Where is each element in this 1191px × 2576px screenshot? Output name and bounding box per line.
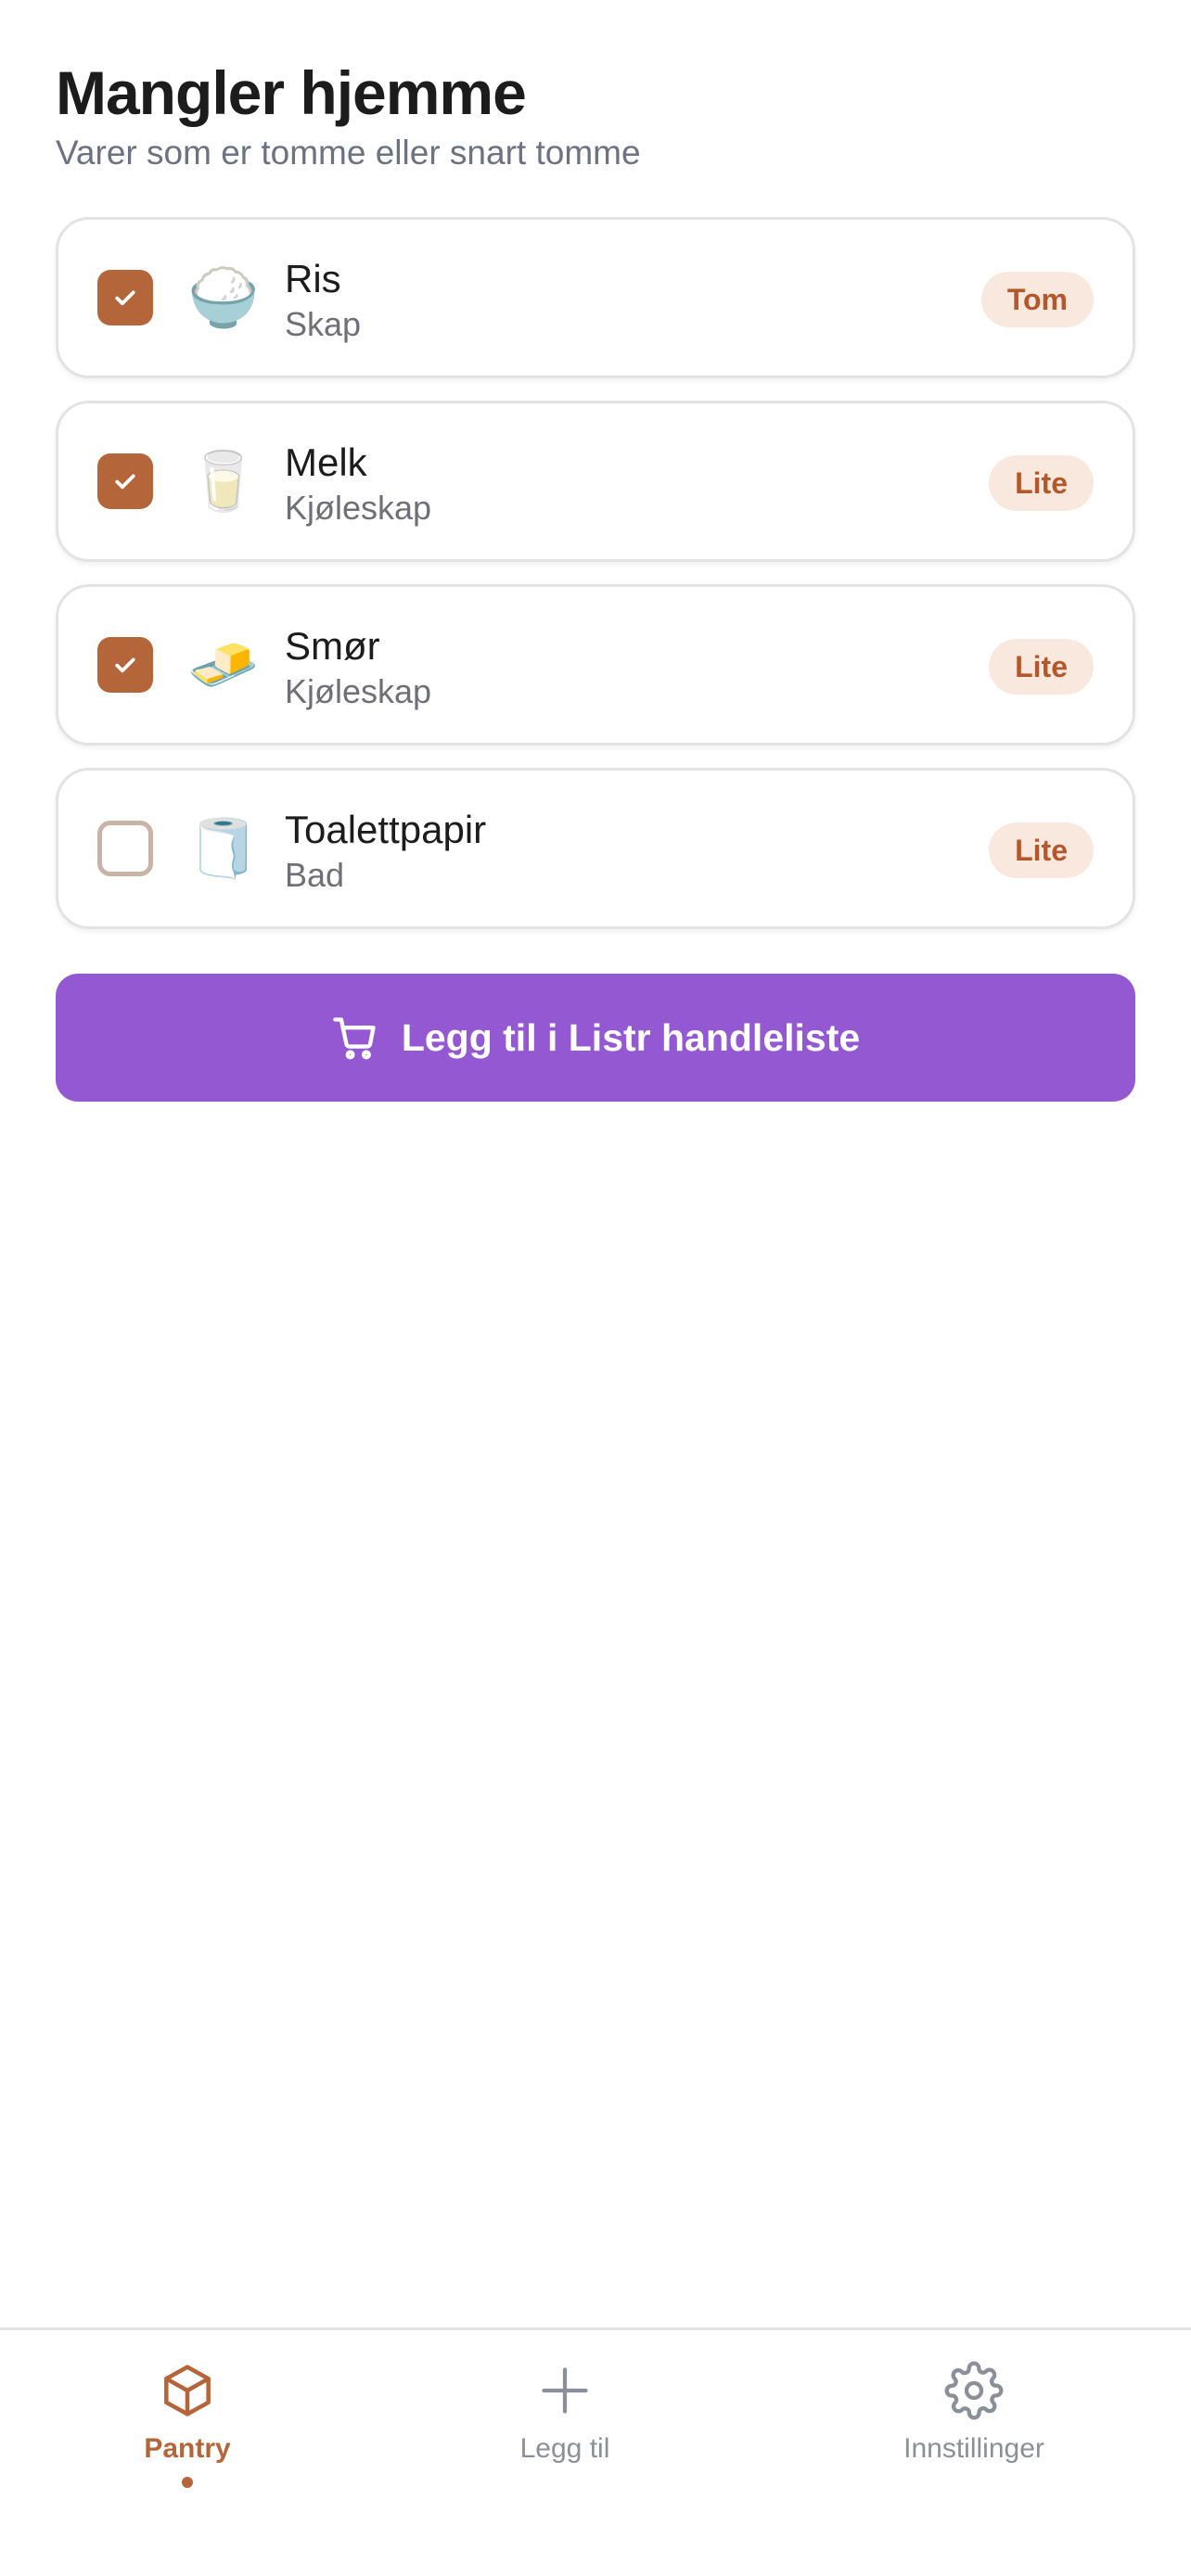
- item-name: Ris: [285, 257, 341, 300]
- item-location: Skap: [285, 305, 362, 343]
- item-name: Melk: [285, 440, 367, 484]
- pantry-screen: Mangler hjemme Varer som er tomme eller …: [0, 0, 1191, 2576]
- milk-icon: 🥛: [187, 447, 260, 515]
- item-checkbox[interactable]: [97, 637, 153, 693]
- tab-add[interactable]: Legg til: [426, 2358, 704, 2468]
- status-badge: Lite: [989, 823, 1094, 878]
- rice-icon: 🍚: [187, 263, 260, 331]
- add-to-shopping-list-button[interactable]: Legg til i Listr handleliste: [56, 974, 1135, 1102]
- item-location: Kjøleskap: [285, 489, 432, 527]
- page-title: Mangler hjemme: [56, 58, 527, 127]
- item-checkbox[interactable]: [97, 821, 153, 876]
- status-badge: Lite: [989, 639, 1094, 695]
- missing-items-list: 🍚 Ris Skap Tom 🥛 Melk Kjøleskap Lite 🧈 S…: [56, 217, 1135, 951]
- gear-icon: [944, 2361, 1004, 2420]
- tab-label: Innstillinger: [903, 2433, 1044, 2464]
- tab-settings[interactable]: Innstillinger: [835, 2358, 1113, 2468]
- bottom-tab-bar: Pantry Legg til Innstillinger: [0, 2327, 1191, 2576]
- tab-label: Pantry: [144, 2433, 231, 2464]
- butter-icon: 🧈: [187, 631, 260, 698]
- status-badge: Lite: [989, 455, 1094, 511]
- cart-icon: [331, 1014, 379, 1062]
- checkmark-icon: [115, 290, 135, 306]
- item-checkbox[interactable]: [97, 270, 153, 325]
- item-name: Toalettpapir: [285, 808, 487, 851]
- item-checkbox[interactable]: [97, 453, 153, 509]
- header: Mangler hjemme Varer som er tomme eller …: [56, 57, 641, 176]
- active-indicator: [182, 2477, 193, 2488]
- tab-pantry[interactable]: Pantry: [48, 2358, 327, 2488]
- checkmark-icon: [115, 474, 135, 490]
- list-item[interactable]: 🧻 Toalettpapir Bad Lite: [56, 768, 1135, 929]
- item-location: Kjøleskap: [285, 672, 432, 710]
- tab-label: Legg til: [519, 2433, 610, 2464]
- item-location: Bad: [285, 856, 345, 894]
- list-item[interactable]: 🧈 Smør Kjøleskap Lite: [56, 584, 1135, 746]
- item-name: Smør: [285, 624, 380, 668]
- box-icon: [164, 2365, 211, 2417]
- cta-label: Legg til i Listr handleliste: [401, 1015, 861, 1059]
- list-item[interactable]: 🍚 Ris Skap Tom: [56, 217, 1135, 378]
- checkmark-icon: [115, 657, 135, 673]
- toilet-paper-icon: 🧻: [187, 814, 260, 882]
- status-badge: Tom: [980, 272, 1094, 327]
- list-item[interactable]: 🥛 Melk Kjøleskap Lite: [56, 401, 1135, 562]
- page-subtitle: Varer som er tomme eller snart tomme: [56, 134, 641, 172]
- plus-icon: [542, 2367, 588, 2414]
